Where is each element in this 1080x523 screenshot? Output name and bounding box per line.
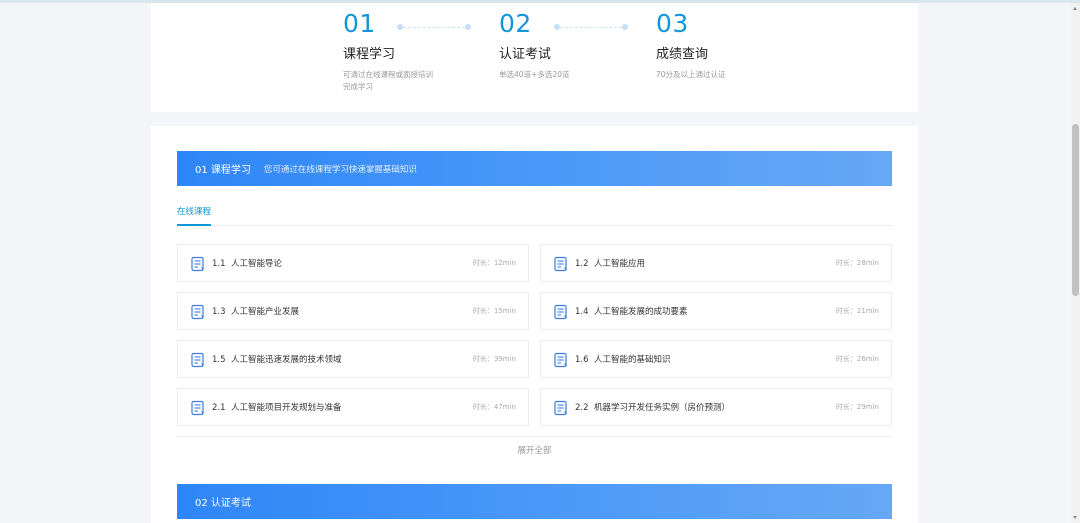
expand-all-button[interactable]: 展开全部: [517, 446, 551, 456]
course-item[interactable]: 1.3 人工智能产业发展 时长：15min: [177, 292, 529, 330]
section-title: 01 课程学习: [195, 165, 251, 176]
course-item[interactable]: 1.5 人工智能迅速发展的技术领域 时长：39min: [177, 340, 529, 378]
course-item[interactable]: 1.2 人工智能应用 时长：28min: [540, 244, 892, 282]
expand-row: 展开全部: [177, 436, 892, 461]
scrollbar-thumb[interactable]: [1072, 124, 1079, 296]
course-name: 1.6 人工智能的基础知识: [575, 355, 671, 365]
course-item[interactable]: 1.4 人工智能发展的成功要素 时长：21min: [540, 292, 892, 330]
step-connector: [554, 24, 628, 30]
tab-bar: 在线课程: [177, 206, 892, 226]
document-icon: [191, 256, 204, 272]
course-item[interactable]: 1.6 人工智能的基础知识 时长：26min: [540, 340, 892, 378]
step-description: 70分及以上通过认证: [656, 70, 726, 79]
course-duration: 时长：47min: [472, 403, 516, 411]
section-title: 02 认证考试: [195, 498, 251, 509]
course-name: 1.2 人工智能应用: [575, 259, 645, 269]
course-name: 1.3 人工智能产业发展: [212, 307, 299, 317]
step-3: 03 成绩查询 70分及以上通过认证: [656, 9, 752, 81]
step-description: 可通过在线课程或面授培训完成学习: [343, 70, 433, 91]
step-2: 02 认证考试 单选40道+多选20道: [499, 9, 595, 81]
section-banner-certification-exam: 02 认证考试: [177, 484, 892, 519]
document-icon: [554, 400, 567, 416]
step-description: 单选40道+多选20道: [499, 70, 570, 79]
step-title: 课程学习: [343, 47, 396, 62]
course-name: 1.4 人工智能发展的成功要素: [575, 307, 688, 317]
step-connector: [397, 24, 471, 30]
course-name: 2.1 人工智能项目开发规划与准备: [212, 403, 342, 413]
course-duration: 时长：39min: [472, 355, 516, 363]
course-name: 1.1 人工智能导论: [212, 259, 282, 269]
step-title: 认证考试: [499, 47, 552, 62]
main-card: 01 课程学习 您可通过在线课程学习快速掌握基础知识 在线课程 1.1 人工智能…: [151, 126, 918, 523]
course-name: 2.2 机器学习开发任务实例（房价预测）: [575, 403, 730, 413]
course-duration: 时长：26min: [835, 355, 879, 363]
document-icon: [554, 256, 567, 272]
section-subtitle: 您可通过在线课程学习快速掌握基础知识: [263, 164, 417, 175]
scroll-down-arrow-icon[interactable]: [1073, 516, 1077, 519]
steps-card: 01 课程学习 可通过在线课程或面授培训完成学习 02 认证考试 单选40道+多…: [151, 3, 918, 112]
course-duration: 时长：29min: [835, 403, 879, 411]
section-banner-course-learning: 01 课程学习 您可通过在线课程学习快速掌握基础知识: [177, 151, 892, 186]
course-duration: 时长：21min: [835, 307, 879, 315]
document-icon: [191, 400, 204, 416]
vertical-scrollbar[interactable]: [1071, 3, 1080, 523]
course-item[interactable]: 2.1 人工智能项目开发规划与准备 时长：47min: [177, 388, 529, 426]
course-item[interactable]: 1.1 人工智能导论 时长：12min: [177, 244, 529, 282]
document-icon: [554, 304, 567, 320]
document-icon: [191, 352, 204, 368]
document-icon: [554, 352, 567, 368]
course-duration: 时长：28min: [835, 259, 879, 267]
scroll-up-arrow-icon[interactable]: [1073, 7, 1077, 10]
course-duration: 时长：12min: [472, 259, 516, 267]
step-1: 01 课程学习 可通过在线课程或面授培训完成学习: [343, 9, 439, 93]
step-title: 成绩查询: [656, 47, 709, 62]
document-icon: [191, 304, 204, 320]
course-duration: 时长：15min: [472, 307, 516, 315]
tab-online-courses[interactable]: 在线课程: [177, 206, 212, 226]
course-item[interactable]: 2.2 机器学习开发任务实例（房价预测） 时长：29min: [540, 388, 892, 426]
course-name: 1.5 人工智能迅速发展的技术领域: [212, 355, 342, 365]
step-number: 03: [656, 9, 689, 38]
